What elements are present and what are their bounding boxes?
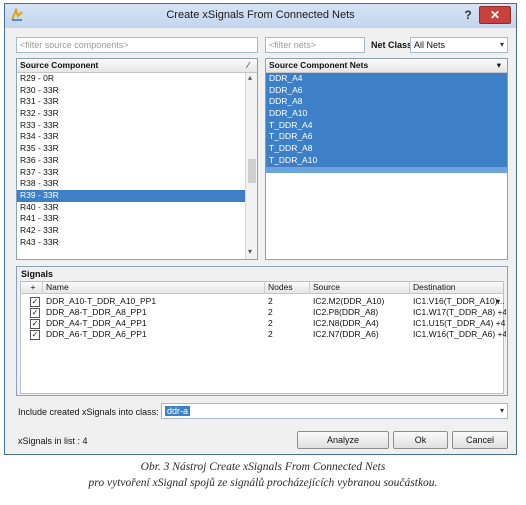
xsignals-count-text: xSignals in list : 4 [18, 436, 88, 446]
signal-name-cell: DDR_A8-T_DDR_A8_PP1 [46, 307, 147, 317]
signal-nodes-cell: 2 [268, 296, 273, 306]
signals-grid-header: + Name Nodes Source Destination [21, 282, 503, 294]
signal-row[interactable]: ✓ DDR_A4-T_DDR_A4_PP1 2 IC2.N8(DDR_A4) IC1.U… [21, 318, 506, 329]
cancel-button[interactable]: Cancel [452, 431, 508, 449]
net-item[interactable]: T_DDR_A8 [266, 143, 507, 155]
chevron-down-icon: ▾ [499, 406, 504, 415]
source-component-item[interactable]: R31 - 33R [17, 96, 245, 108]
net-class-select[interactable]: All Nets ▾ [410, 37, 508, 53]
help-button[interactable]: ? [460, 7, 476, 23]
nets-header-label: Source Component Nets [269, 60, 369, 70]
source-component-header[interactable]: Source Component ⁄ [17, 59, 257, 73]
col-nodes[interactable]: Nodes [265, 282, 310, 294]
scroll-up-icon[interactable]: ▴ [248, 73, 252, 82]
source-component-nets-list: Source Component Nets ▾ DDR_A4 DDR_A6 DDR_… [265, 58, 508, 260]
signals-section-label: Signals [21, 269, 54, 279]
signal-row[interactable]: ✓ DDR_A8-T_DDR_A8_PP1 2 IC2.P8(DDR_A8) IC1.W… [21, 307, 506, 318]
source-component-header-label: Source Component [20, 60, 99, 70]
filter-source-components-input[interactable]: <filter source components> [16, 37, 258, 53]
include-class-label: Include created xSignals into class: [18, 407, 159, 417]
net-class-value: All Nets [414, 40, 446, 50]
include-class-value: ddr-a [165, 406, 191, 416]
source-component-item[interactable]: R33 - 33R [17, 120, 245, 132]
source-component-item[interactable]: R30 - 33R [17, 85, 245, 97]
source-component-item[interactable]: R32 - 33R [17, 108, 245, 120]
signal-nodes-cell: 2 [268, 318, 273, 328]
col-source[interactable]: Source [310, 282, 410, 294]
figure-caption-line2: pro vytvoření xSignal spojů ze signálů p… [88, 477, 438, 489]
col-plus[interactable]: + [21, 282, 43, 294]
signal-source-cell: IC2.P8(DDR_A8) [313, 307, 379, 317]
scrollbar-thumb[interactable] [248, 159, 256, 183]
signal-row[interactable]: ✓ DDR_A10-T_DDR_A10_PP1 2 IC2.M2(DDR_A10) IC… [21, 296, 505, 307]
signal-checkbox[interactable]: ✓ [30, 297, 40, 307]
signal-source-cell: IC2.N7(DDR_A6) [313, 329, 379, 339]
close-button[interactable]: ✕ [479, 6, 511, 24]
signal-checkbox[interactable]: ✓ [30, 319, 40, 329]
nets-header[interactable]: Source Component Nets ▾ [266, 59, 507, 73]
scroll-down-icon[interactable]: ▾ [248, 247, 252, 256]
signal-nodes-cell: 2 [268, 329, 273, 339]
title-bar: Create xSignals From Connected Nets ? ✕ [5, 4, 516, 28]
dialog-window: Create xSignals From Connected Nets ? ✕ … [4, 3, 517, 455]
net-item[interactable]: DDR_A8 [266, 96, 507, 109]
signal-checkbox[interactable]: ✓ [30, 330, 40, 340]
signal-destination-cell: IC1.W17(T_DDR_A8) +4 [413, 307, 506, 317]
signals-grid: + Name Nodes Source Destination ✓ DDR_A10… [20, 281, 506, 394]
source-component-item[interactable]: R43 - 33R [17, 237, 245, 249]
signals-section: Signals + Name Nodes Source Destination … [16, 266, 508, 396]
net-class-label: Net Class [371, 40, 413, 50]
nets-rows: DDR_A4 DDR_A6 DDR_A8 DDR_A10 T_DDR_A4 T_DDR_A… [266, 73, 507, 173]
signal-name-cell: DDR_A4-T_DDR_A4_PP1 [46, 318, 147, 328]
net-item[interactable]: DDR_A4 [266, 73, 507, 85]
pin-icon[interactable]: ⁄ [248, 59, 249, 71]
analyze-button[interactable]: Analyze [297, 431, 389, 449]
net-item[interactable]: T_DDR_A10 [266, 154, 507, 167]
signal-checkbox[interactable]: ✓ [30, 308, 40, 318]
signal-name-cell: DDR_A10-T_DDR_A10_PP1 [46, 296, 157, 306]
signal-destination-cell: IC1.V16(T_DDR_A10)... [413, 296, 505, 306]
signal-row[interactable]: ✓ DDR_A6-T_DDR_A6_PP1 2 IC2.N7(DDR_A6) IC1.W… [21, 329, 506, 340]
source-component-item[interactable]: R40 - 33R [17, 202, 245, 214]
filter-nets-input[interactable]: <filter nets> [265, 37, 365, 53]
signals-rows: ✓ DDR_A10-T_DDR_A10_PP1 2 IC2.M2(DDR_A10) IC… [21, 296, 506, 356]
source-component-item[interactable]: R41 - 33R [17, 213, 245, 225]
include-class-select[interactable]: ddr-a ▾ [161, 403, 508, 419]
source-component-scrollbar[interactable]: ▴ ▾ [245, 73, 257, 259]
chevron-down-icon: ▾ [499, 40, 504, 49]
net-item[interactable]: DDR_A6 [266, 84, 507, 97]
signal-name-cell: DDR_A6-T_DDR_A6_PP1 [46, 329, 147, 339]
net-item[interactable]: T_DDR_A4 [266, 119, 507, 132]
net-item[interactable]: DDR_A10 [266, 108, 507, 120]
signal-source-cell: IC2.M2(DDR_A10) [313, 296, 385, 306]
figure-caption-line1: Obr. 3 Nástroj Create xSignals From Conn… [140, 461, 386, 473]
source-component-item[interactable]: R34 - 33R [17, 131, 245, 143]
chevron-down-icon[interactable]: ▾ [497, 59, 501, 71]
source-component-list: Source Component ⁄ R29 - 0R R30 - 33R R31 … [16, 58, 258, 260]
chevron-down-icon[interactable]: ▾ [493, 296, 500, 307]
source-component-item[interactable]: R29 - 0R [17, 73, 245, 85]
col-name[interactable]: Name [43, 282, 265, 294]
source-component-item[interactable]: R42 - 33R [17, 225, 245, 237]
window-title: Create xSignals From Connected Nets [166, 9, 355, 21]
signal-destination-cell: IC1.U15(T_DDR_A4) +4 [413, 318, 506, 328]
col-destination[interactable]: Destination [410, 282, 503, 294]
source-component-item[interactable]: R36 - 33R [17, 155, 245, 167]
ok-button[interactable]: Ok [393, 431, 448, 449]
source-component-rows: R29 - 0R R30 - 33R R31 - 33R R32 - 33R R33 -… [17, 73, 245, 248]
source-component-item[interactable]: R37 - 33R [17, 167, 245, 179]
source-component-item[interactable]: R39 - 33R [17, 189, 245, 202]
signal-destination-cell: IC1.W16(T_DDR_A6) +4 [413, 329, 506, 339]
net-item[interactable]: T_DDR_A6 [266, 131, 507, 144]
source-component-item[interactable]: R35 - 33R [17, 143, 245, 155]
signal-nodes-cell: 2 [268, 307, 273, 317]
signal-source-cell: IC2.N8(DDR_A4) [313, 318, 379, 328]
source-component-item[interactable]: R38 - 33R [17, 178, 245, 190]
